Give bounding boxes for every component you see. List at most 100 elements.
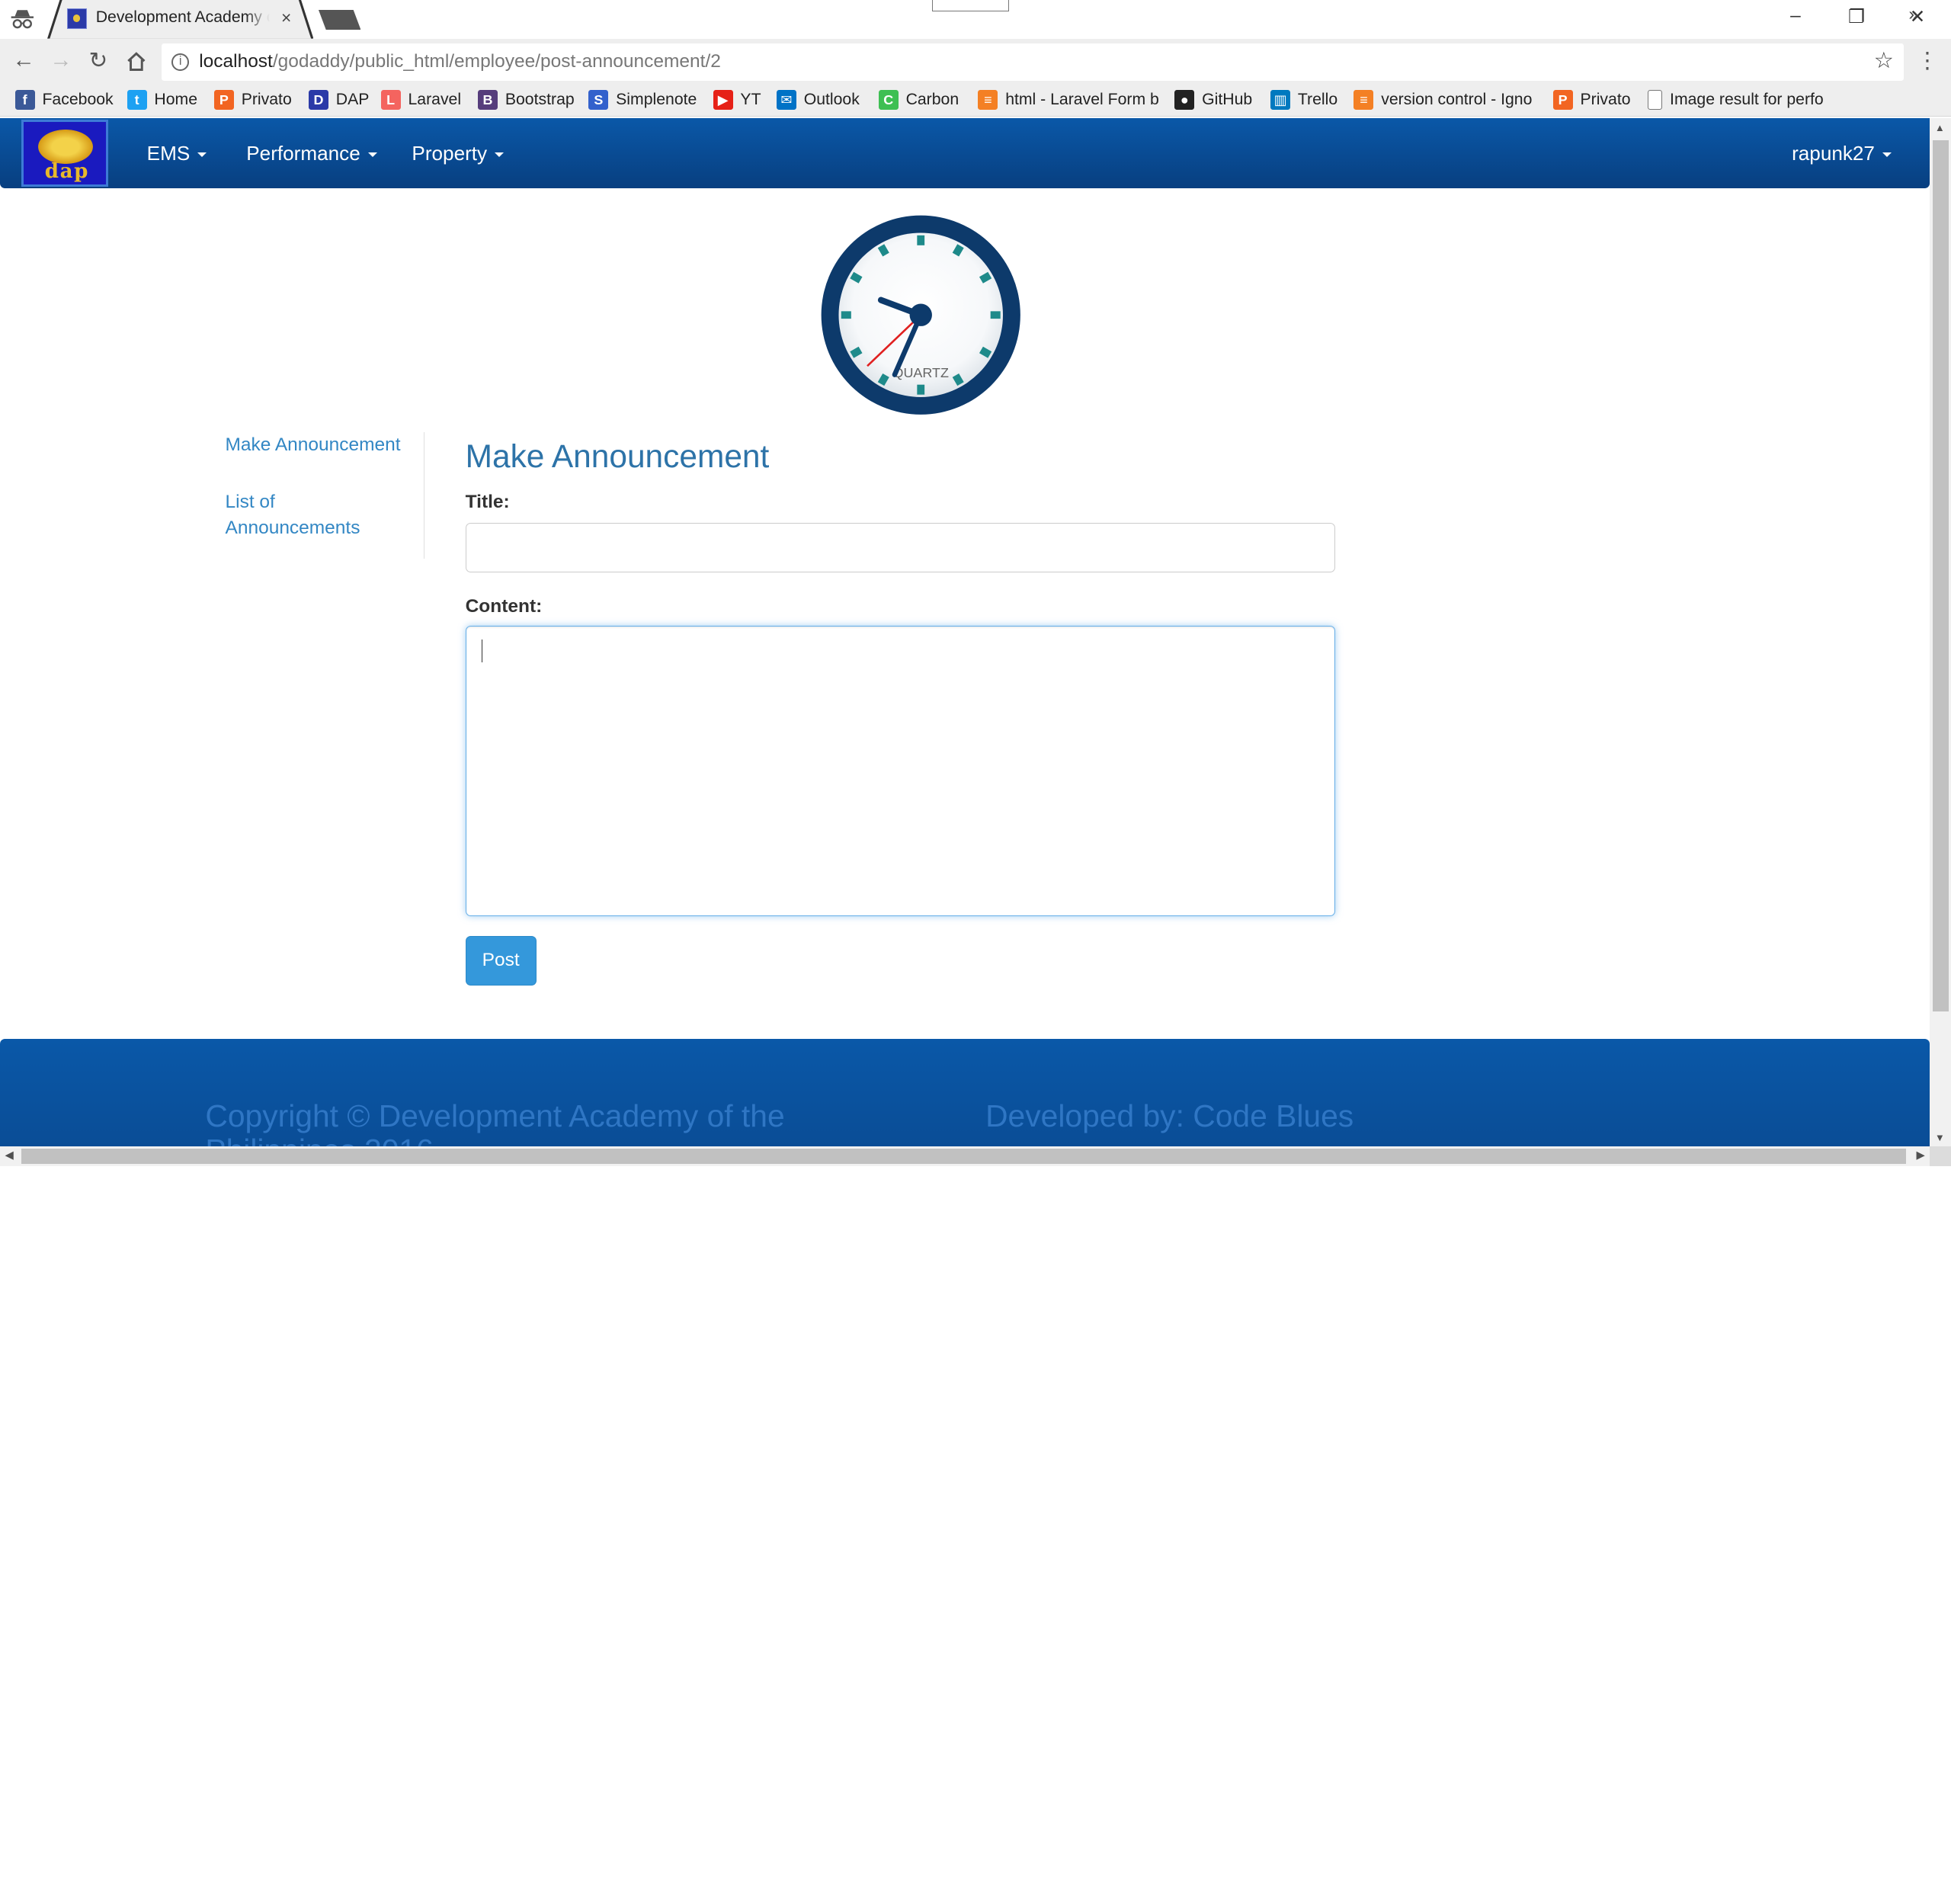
bookmark-item[interactable]: ✉ Outlook (776, 89, 860, 110)
site-info-icon[interactable]: i (171, 53, 190, 72)
sidebar: Make Announcement List of Announcements (226, 431, 424, 559)
bookmark-item[interactable]: ≡ html - Laravel Form b (978, 89, 1162, 110)
stackoverflow-icon: ≡ (1354, 89, 1374, 110)
bookmark-label: GitHub (1202, 90, 1253, 108)
content-label: Content: (465, 596, 543, 617)
bookmark-label: Trello (1297, 90, 1338, 108)
bookmark-item[interactable]: P Privato (213, 89, 292, 110)
clock-tick (979, 346, 992, 358)
title-label: Title: (465, 491, 510, 512)
bookmark-label: Laravel (408, 90, 462, 108)
scroll-down-icon[interactable]: ▼ (1935, 1132, 1945, 1143)
footer-developer: Developed by: Code Blues (985, 1098, 1354, 1133)
scroll-up-icon[interactable]: ▲ (1935, 122, 1945, 133)
nav-menu-property[interactable]: Property (412, 142, 504, 165)
bookmark-item[interactable]: t Home (127, 89, 198, 110)
sidebar-item-list-of-announcements[interactable]: List of Announcements (226, 489, 387, 542)
browser-menu-icon[interactable]: ⋮ (1916, 47, 1938, 74)
reload-icon[interactable]: ↻ (83, 47, 113, 74)
scroll-left-icon[interactable]: ◀ (5, 1149, 14, 1162)
bookmark-label: Privato (1580, 90, 1631, 108)
caret-down-icon (1882, 152, 1892, 157)
app-navbar: dap EMS Performance Property rapunk27 (0, 118, 1930, 188)
github-icon: ● (1174, 89, 1195, 110)
restore-icon[interactable]: ❐ (1837, 5, 1875, 28)
incognito-icon (11, 10, 34, 29)
bookmark-label: Image result for perfo (1670, 90, 1824, 108)
user-menu[interactable]: rapunk27 (1792, 142, 1892, 165)
address-bar[interactable]: i localhost/godaddy/public_html/employee… (162, 43, 1905, 82)
bookmark-label: Privato (241, 90, 292, 108)
privato-icon: P (1552, 89, 1573, 110)
bookmark-label: YT (740, 90, 761, 108)
post-button[interactable]: Post (465, 935, 537, 986)
bookmark-label: Home (154, 90, 198, 108)
tab-title: Development Academy of the Philippines (96, 8, 270, 27)
simplenote-icon: S (588, 89, 609, 110)
text-cursor (481, 639, 483, 662)
twitter-icon: t (127, 89, 147, 110)
home-icon[interactable] (126, 51, 147, 72)
analog-clock: QUARTZ (821, 215, 1020, 415)
bookmarks-overflow-icon[interactable]: » (1909, 4, 1919, 24)
new-tab-button[interactable] (318, 10, 361, 30)
logo-text: dap (44, 159, 90, 183)
clock-tick (850, 271, 863, 284)
bookmark-item[interactable]: L Laravel (380, 89, 462, 110)
clock-center (909, 303, 932, 326)
scrollbar-corner (1930, 1146, 1951, 1166)
bookmark-label: Outlook (803, 90, 860, 108)
dap-logo[interactable]: dap (21, 119, 109, 187)
bookmark-star-icon[interactable]: ☆ (1874, 47, 1894, 74)
stackoverflow-icon: ≡ (978, 89, 998, 110)
clock-tick (952, 244, 964, 257)
forward-icon[interactable]: → (46, 47, 75, 73)
footer-copyright: Copyright © Development Academy of the P… (205, 1098, 785, 1146)
privato-icon: P (213, 89, 234, 110)
bookmark-label: Carbon (905, 90, 959, 108)
bookmark-item[interactable]: ▥ Trello (1270, 89, 1338, 110)
outlook-icon: ✉ (776, 89, 796, 110)
clock-tick (877, 244, 889, 257)
dap-icon: D (308, 89, 329, 110)
browser-toolbar: ← → ↻ i localhost/godaddy/public_html/em… (0, 38, 1951, 85)
bookmark-item[interactable]: f Facebook (14, 89, 114, 110)
sidebar-item-make-announcement[interactable]: Make Announcement (226, 432, 401, 458)
bookmark-item[interactable]: ≡ version control - Igno (1354, 89, 1538, 110)
nav-menu-performance[interactable]: Performance (246, 142, 377, 165)
bookmark-item[interactable]: ● GitHub (1174, 89, 1253, 110)
carbon-icon: C (878, 89, 899, 110)
browser-tabstrip: Development Academy of the Philippines ×… (0, 0, 1951, 39)
bookmark-item[interactable]: B Bootstrap (477, 89, 575, 110)
bookmark-item[interactable]: P Privato (1552, 89, 1631, 110)
tab-close-icon[interactable]: × (281, 8, 291, 28)
back-icon[interactable]: ← (8, 47, 38, 73)
clock-brand: QUARTZ (892, 365, 948, 380)
page: Development Academy of the Philippines ×… (0, 0, 1951, 1166)
youtube-icon: ▶ (713, 89, 733, 110)
minimize-icon[interactable]: – (1776, 5, 1814, 27)
bootstrap-icon: B (477, 89, 498, 110)
facebook-icon: f (14, 89, 35, 110)
caret-down-icon (197, 152, 207, 157)
bookmark-item[interactable]: D DAP (308, 89, 369, 110)
bookmark-item[interactable]: ▶ YT (713, 89, 761, 110)
scroll-right-icon[interactable]: ▶ (1917, 1149, 1925, 1162)
content-textarea[interactable] (465, 626, 1335, 916)
horizontal-scrollbar[interactable]: ◀ ▶ (0, 1146, 1930, 1166)
bookmark-item[interactable]: Image result for perfo (1647, 89, 1827, 110)
caret-down-icon (367, 152, 377, 157)
url-text[interactable]: localhost/godaddy/public_html/employee/p… (199, 51, 721, 72)
laravel-icon: L (380, 89, 401, 110)
page-icon (1647, 89, 1663, 110)
horizontal-scroll-thumb[interactable] (21, 1148, 1907, 1164)
nav-menu-ems[interactable]: EMS (147, 142, 207, 165)
bookmark-item[interactable]: C Carbon (878, 89, 959, 110)
bookmark-item[interactable]: S Simplenote (588, 89, 697, 110)
caret-down-icon (494, 152, 504, 157)
title-input[interactable] (465, 522, 1335, 573)
vertical-scroll-thumb[interactable] (1932, 140, 1949, 1012)
page-title: Make Announcement (465, 438, 770, 474)
window-drag-handle[interactable] (931, 0, 1010, 11)
vertical-scrollbar[interactable]: ▲ ▼ (1930, 118, 1951, 1146)
